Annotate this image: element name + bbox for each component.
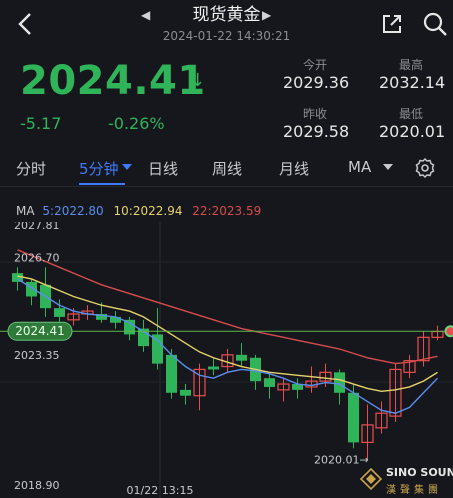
tab-indicator-ma[interactable]: MA (348, 158, 371, 176)
share-icon[interactable] (380, 12, 404, 36)
tab-5min[interactable]: 5分钟 (79, 158, 119, 179)
prev-close-value: 2029.58 (283, 122, 350, 141)
y-axis-label-2: 2026.70 (14, 251, 60, 264)
ma10-legend: 10:2022.94 (113, 204, 183, 218)
next-instrument-icon[interactable]: ▶ (262, 8, 271, 22)
tab-daily[interactable]: 日线 (148, 158, 178, 179)
candle (264, 372, 275, 399)
candle-body (334, 372, 345, 393)
candle (138, 319, 149, 352)
candle (305, 366, 318, 393)
page-title: 现货黄金 (192, 5, 261, 25)
y-axis-label-bottom: 2018.90 (14, 479, 60, 492)
candlestick-chart[interactable]: 2024.41 2027.81 2026.70 2023.35 2018.90 … (0, 222, 453, 498)
active-tab-indicator (79, 183, 125, 185)
candle (361, 404, 374, 460)
candle (417, 331, 430, 367)
candle-body (348, 392, 359, 443)
candle (236, 343, 247, 367)
candle (375, 401, 388, 434)
quote-timestamp: 2024-01-22 14:30:21 (162, 29, 291, 43)
candles-group (12, 267, 444, 460)
current-price-tag: 2024.41 (7, 321, 73, 341)
brand-name: SINO SOUND (386, 466, 453, 479)
ma22-line (17, 249, 438, 365)
candle (166, 349, 177, 399)
candle (431, 325, 444, 341)
ma10-line (17, 275, 438, 393)
ma-legend: MA 5:2022.80 10:2022.94 22:2023.59 (16, 204, 261, 218)
price-change: -5.17 (20, 114, 62, 133)
y-axis-label-top: 2027.81 (14, 222, 60, 232)
search-icon[interactable] (422, 11, 448, 37)
candle-body (180, 389, 191, 396)
candle (152, 308, 163, 370)
candle-body (26, 281, 37, 297)
caret-down-icon[interactable] (383, 164, 393, 172)
quote-panel: 2024.41 ↓ -5.17 -0.26% 今开 2029.36 最高 203… (0, 48, 453, 146)
candle-body (208, 366, 219, 370)
candle (208, 357, 219, 376)
high-value: 2032.14 (379, 73, 446, 92)
candle-body (166, 354, 177, 393)
candle (180, 384, 191, 405)
open-label: 今开 (303, 58, 328, 72)
candle (292, 378, 303, 399)
price-change-percent: -0.26% (108, 114, 165, 133)
caret-down-icon[interactable] (122, 164, 132, 172)
ma5-legend: 5:2022.80 (42, 204, 104, 218)
candle (110, 311, 121, 329)
tab-monthly[interactable]: 月线 (279, 158, 309, 179)
candle-body (152, 334, 163, 364)
period-tabs: 分时 5分钟 日线 周线 月线 MA (0, 150, 453, 187)
brand-subtitle: 漢聲集團 (386, 485, 442, 496)
y-axis-label-3: 2023.35 (14, 349, 60, 362)
ma-legend-label: MA (16, 204, 35, 218)
ma22-legend: 22:2023.59 (192, 204, 262, 218)
sino-sound-logo-icon (360, 468, 382, 490)
low-label: 最低 (399, 107, 424, 121)
candle-body (264, 378, 275, 387)
title-block: 现货黄金 2024-01-22 14:30:21 (120, 2, 333, 46)
high-label: 最高 (399, 58, 424, 72)
candle (348, 384, 359, 449)
x-axis-time-label: 01/22 13:15 (127, 484, 194, 497)
brand-watermark: SINO SOUND 漢聲集團 (356, 462, 453, 498)
chevron-left-icon[interactable] (16, 12, 36, 36)
candle (40, 267, 51, 317)
candle-body (54, 308, 65, 317)
open-value: 2029.36 (283, 73, 350, 92)
down-arrow-icon: ↓ (190, 70, 206, 91)
current-price-label: 2024.41 (15, 324, 65, 338)
low-value: 2020.01 (379, 122, 446, 141)
live-price-dot (444, 325, 453, 338)
tab-intraday[interactable]: 分时 (16, 158, 46, 179)
gear-icon[interactable] (414, 157, 436, 179)
prev-close-label: 昨收 (303, 107, 328, 121)
tab-weekly[interactable]: 周线 (212, 158, 242, 179)
top-bar: ◀ 现货黄金 2024-01-22 14:30:21 ▶ (0, 0, 453, 48)
candle (193, 363, 206, 411)
candle (403, 354, 416, 379)
candle (26, 278, 37, 306)
candle-body (236, 354, 247, 361)
last-price: 2024.41 (20, 58, 206, 104)
